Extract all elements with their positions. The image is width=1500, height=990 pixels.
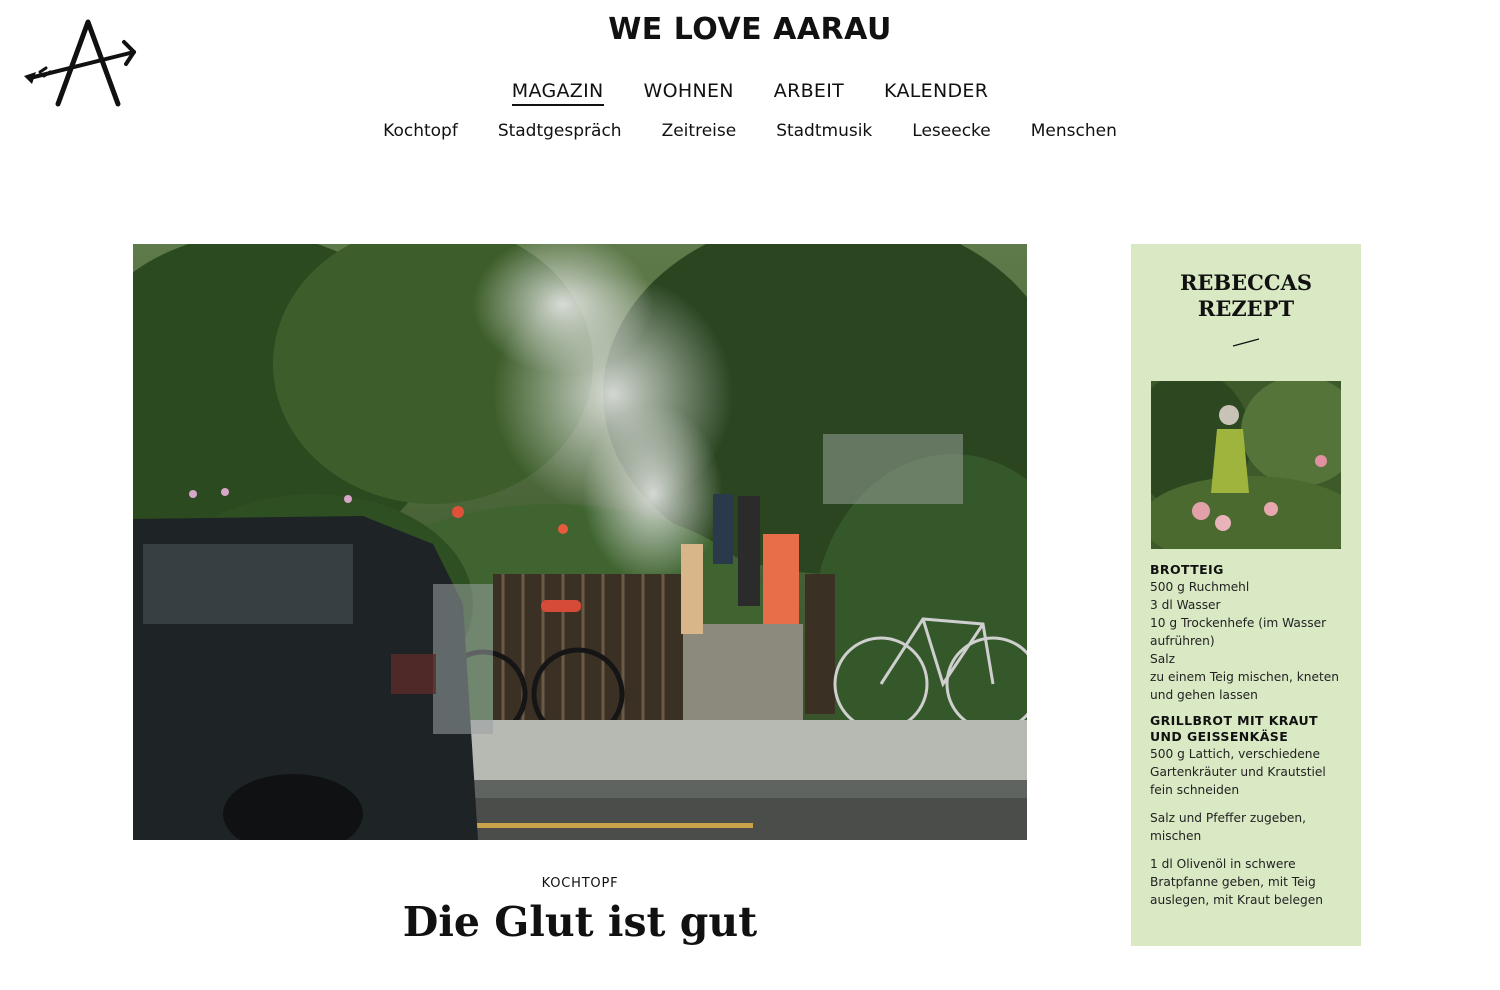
ingredient-line: 10 g Trockenhefe (im Wasser aufrühren) <box>1150 616 1327 648</box>
ingredient-line: Salz <box>1150 652 1175 666</box>
recipe-title-line1: REBECCAS <box>1179 270 1313 295</box>
instruction-paragraph: Salz und Pfeffer zugeben, mischen <box>1150 811 1307 843</box>
nav-item-arbeit[interactable]: ARBEIT <box>774 80 844 106</box>
instruction-paragraph: 500 g Lattich, verschiedene Gartenkräute… <box>1150 747 1326 797</box>
instruction-paragraph: 1 dl Olivenöl in schwere Bratpfanne gebe… <box>1150 857 1323 907</box>
subnav-item-stadtmusik[interactable]: Stadtmusik <box>776 121 872 141</box>
hero-image[interactable] <box>133 244 1027 840</box>
nav-item-kalender[interactable]: KALENDER <box>884 80 988 106</box>
article-headline[interactable]: Die Glut ist gut <box>133 898 1027 946</box>
recipe-section-heading: BROTTEIG <box>1150 562 1224 577</box>
subnav-item-stadtgespraech[interactable]: Stadtgespräch <box>498 121 622 141</box>
recipe-title: REBECCAS REZEPT <box>1131 270 1361 322</box>
nav-item-magazin[interactable]: MAGAZIN <box>511 80 604 106</box>
site-title[interactable]: WE LOVE AARAU <box>0 12 1500 47</box>
recipe-photo <box>1151 381 1341 549</box>
recipe-section-heading: GRILLBROT MIT KRAUT UND GEISSENKÄSE <box>1150 713 1318 744</box>
subnav-item-leseecke[interactable]: Leseecke <box>912 121 990 141</box>
subnav-item-kochtopf[interactable]: Kochtopf <box>383 121 458 141</box>
subnav-item-menschen[interactable]: Menschen <box>1031 121 1117 141</box>
recipe-body: BROTTEIG 500 g Ruchmehl 3 dl Wasser 10 g… <box>1150 562 1350 909</box>
gardener-photo <box>1151 381 1341 549</box>
instruction-line: zu einem Teig mischen, kneten und gehen … <box>1150 670 1339 702</box>
main-nav: MAGAZIN WOHNEN ARBEIT KALENDER <box>0 80 1500 106</box>
article-category[interactable]: KOCHTOPF <box>133 876 1027 891</box>
garden-street-photo <box>133 244 1027 840</box>
recipe-title-line2: REZEPT <box>1197 296 1295 321</box>
recipe-card: REBECCAS REZEPT BROTTEIG 500 g Ruchmehl … <box>1131 244 1361 946</box>
ingredient-line: 500 g Ruchmehl <box>1150 580 1250 594</box>
nav-item-wohnen[interactable]: WOHNEN <box>644 80 734 106</box>
sub-nav: Kochtopf Stadtgespräch Zeitreise Stadtmu… <box>0 121 1500 141</box>
subnav-item-zeitreise[interactable]: Zeitreise <box>662 121 737 141</box>
divider-stroke-icon <box>1232 338 1260 347</box>
ingredient-line: 3 dl Wasser <box>1150 598 1221 612</box>
